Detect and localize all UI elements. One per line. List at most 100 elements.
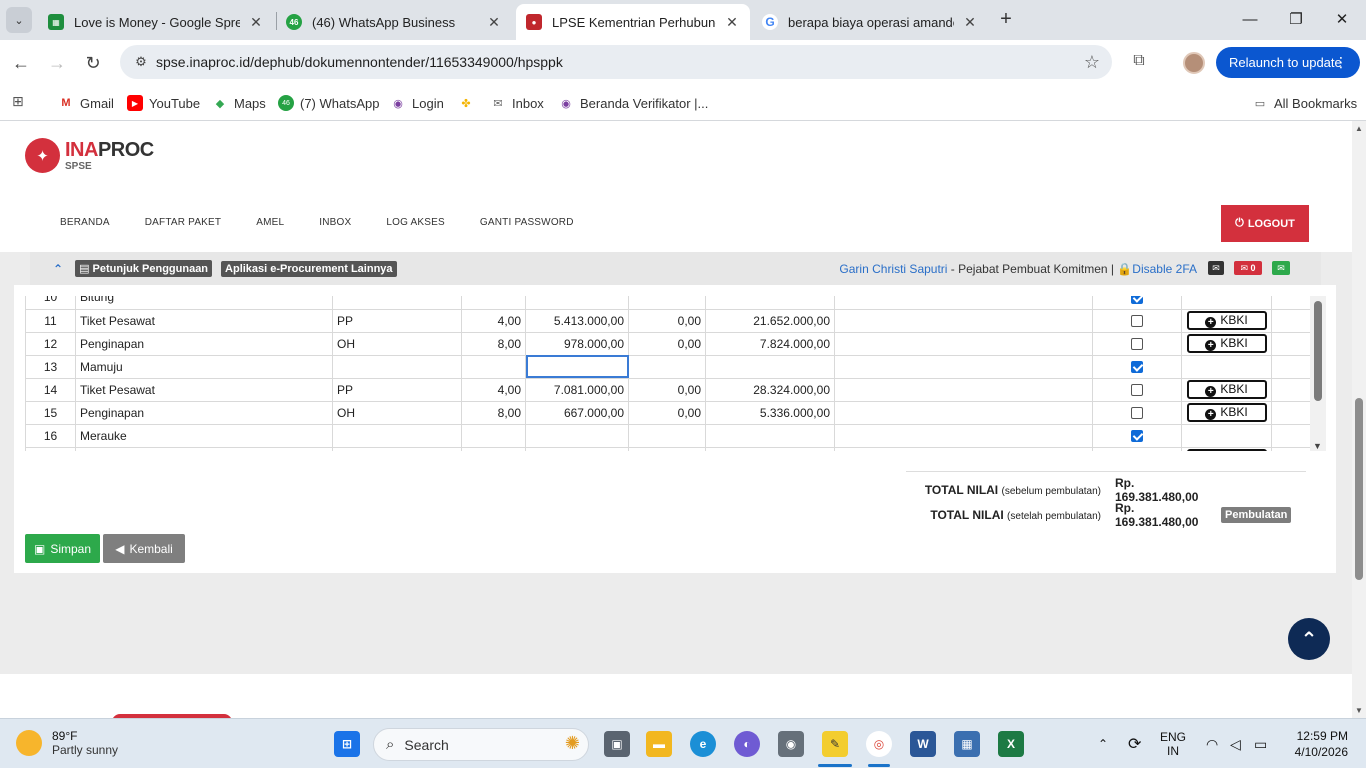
row-checkbox[interactable] — [1131, 296, 1143, 305]
row-checkbox[interactable] — [1131, 407, 1143, 420]
item-price[interactable]: 667.000,00 — [525, 401, 629, 425]
row-checkbox[interactable] — [1131, 384, 1143, 397]
close-icon[interactable]: ✕ — [248, 14, 264, 31]
item-price[interactable] — [525, 447, 629, 451]
item-tax[interactable]: 0,00 — [628, 332, 706, 356]
tray-overflow-icon[interactable]: ⌃ — [1098, 719, 1108, 768]
tab-lpse[interactable]: ● LPSE Kementrian Perhubungan ✕ — [516, 4, 750, 40]
row-checkbox[interactable] — [1131, 338, 1143, 351]
tab-search-button[interactable]: ⌄ — [6, 7, 32, 33]
bookmark-maps[interactable]: ◆ Maps — [212, 92, 266, 114]
bookmark-whatsapp[interactable]: 46 (7) WhatsApp — [278, 92, 379, 114]
chrome-icon[interactable]: ◎ — [866, 731, 892, 757]
battery-icon[interactable]: ▭ — [1254, 719, 1267, 768]
windows-start-icon[interactable]: ⊞ — [334, 731, 360, 757]
address-bar[interactable]: ⚙ spse.inaproc.id/dephub/dokumennontende… — [120, 45, 1112, 79]
row-checkbox[interactable] — [1131, 430, 1143, 443]
disable-2fa-link[interactable]: Disable 2FA — [1132, 262, 1197, 276]
item-note[interactable] — [834, 296, 1093, 310]
item-price[interactable]: 978.000,00 — [525, 332, 629, 356]
window-close-icon[interactable]: ✕ — [1330, 8, 1354, 32]
item-quantity[interactable] — [461, 447, 526, 451]
tab-google-sheets[interactable]: ▦ Love is Money - Google Spread ✕ — [38, 4, 274, 40]
item-note[interactable] — [834, 332, 1093, 356]
item-note[interactable] — [834, 355, 1093, 379]
item-quantity[interactable]: 4,00 — [461, 309, 526, 333]
other-apps-link[interactable]: Aplikasi e-Procurement Lainnya — [221, 260, 397, 277]
bookmark-pinwheel[interactable]: ✤ — [458, 92, 480, 114]
bookmark-star-icon[interactable]: ☆ — [1084, 52, 1100, 73]
save-button[interactable]: ▣ Simpan — [25, 534, 100, 563]
file-explorer-icon[interactable]: ▬ — [646, 731, 672, 757]
back-icon[interactable]: ← — [8, 50, 34, 76]
back-button[interactable]: ◀ Kembali — [103, 534, 185, 563]
nav-amel[interactable]: AMEL — [256, 217, 284, 228]
tab-google-search[interactable]: G berapa biaya operasi amandel - ✕ — [752, 4, 988, 40]
update-icon[interactable]: ⟳ — [1128, 719, 1141, 768]
calculator-icon[interactable]: ▦ — [954, 731, 980, 757]
item-quantity[interactable]: 8,00 — [461, 332, 526, 356]
bookmark-login[interactable]: ◉ Login — [390, 92, 444, 114]
extensions-icon[interactable]: ⧉ — [1128, 52, 1150, 74]
item-quantity[interactable] — [461, 296, 526, 310]
nav-inbox[interactable]: INBOX — [319, 217, 351, 228]
logout-button[interactable]: ⏻ LOGOUT — [1221, 205, 1309, 242]
item-note[interactable] — [834, 447, 1093, 451]
item-price[interactable]: 5.413.000,00 — [525, 309, 629, 333]
scroll-down-icon[interactable]: ▼ — [1354, 706, 1364, 715]
bookmark-verifikator[interactable]: ◉ Beranda Verifikator |... — [558, 92, 708, 114]
close-icon[interactable]: ✕ — [486, 14, 502, 31]
bookmark-youtube[interactable]: ▶ YouTube — [127, 92, 200, 114]
item-price[interactable] — [525, 424, 629, 448]
minimize-icon[interactable]: — — [1238, 8, 1262, 32]
nav-log-akses[interactable]: LOG AKSES — [386, 217, 445, 228]
scroll-down-icon[interactable]: ▼ — [1313, 441, 1322, 451]
mail-count-badge[interactable]: ✉ 0 — [1234, 261, 1262, 275]
item-price[interactable]: 7.081.000,00 — [525, 378, 629, 402]
edge-icon[interactable]: e — [690, 731, 716, 757]
page-scrollbar[interactable]: ▲ ▼ — [1352, 121, 1366, 718]
kbki-button[interactable]: +KBKI — [1186, 380, 1267, 399]
restore-icon[interactable]: ❐ — [1284, 8, 1308, 32]
item-tax[interactable] — [628, 355, 706, 379]
scroll-up-icon[interactable]: ▲ — [1354, 124, 1364, 133]
weather-widget[interactable]: 89°F Partly sunny — [16, 729, 118, 757]
forward-icon[interactable]: → — [44, 50, 70, 76]
tab-whatsapp[interactable]: 46 (46) WhatsApp Business ✕ — [276, 4, 512, 40]
item-tax[interactable] — [628, 447, 706, 451]
all-bookmarks[interactable]: ▭ All Bookmarks — [1252, 92, 1357, 114]
table-scrollbar[interactable]: ▼ — [1310, 296, 1326, 451]
site-info-icon[interactable]: ⚙ — [126, 54, 156, 70]
item-quantity[interactable]: 8,00 — [461, 401, 526, 425]
page-scroll-thumb[interactable] — [1355, 398, 1363, 580]
close-icon[interactable]: ✕ — [724, 14, 740, 31]
app-icon[interactable]: ◐ — [734, 731, 760, 757]
open-mail-icon[interactable]: ✉ — [1272, 261, 1290, 275]
bookmark-gmail[interactable]: M Gmail — [58, 92, 114, 114]
item-price[interactable] — [525, 355, 629, 379]
table-scroll-thumb[interactable] — [1314, 301, 1322, 401]
volume-icon[interactable]: ◁ — [1230, 719, 1241, 768]
new-tab-button[interactable]: + — [994, 8, 1018, 32]
collapse-up-icon[interactable]: ⌃ — [53, 262, 63, 276]
item-tax[interactable]: 0,00 — [628, 309, 706, 333]
inaproc-logo[interactable]: ✦ INAPROC SPSE — [25, 138, 154, 173]
taskbar-search[interactable]: ⌕ Search ✺ — [373, 728, 589, 761]
kbki-button[interactable]: +KBKI — [1186, 403, 1267, 422]
kbki-button[interactable]: +KBKI — [1186, 311, 1267, 330]
item-quantity[interactable] — [461, 355, 526, 379]
message-icon[interactable]: ✉ — [1208, 261, 1224, 275]
item-note[interactable] — [834, 309, 1093, 333]
word-icon[interactable]: W — [910, 731, 936, 757]
item-price[interactable] — [525, 296, 629, 310]
guide-link[interactable]: ▤ Petunjuk Penggunaan — [75, 260, 213, 277]
item-quantity[interactable] — [461, 424, 526, 448]
close-icon[interactable]: ✕ — [962, 14, 978, 31]
nav-beranda[interactable]: BERANDA — [60, 217, 110, 228]
pembulatan-button[interactable]: Pembulatan — [1221, 506, 1292, 523]
item-note[interactable] — [834, 378, 1093, 402]
item-note[interactable] — [834, 401, 1093, 425]
bookmark-inbox[interactable]: ✉ Inbox — [490, 92, 543, 114]
item-tax[interactable] — [628, 296, 706, 310]
item-tax[interactable]: 0,00 — [628, 401, 706, 425]
